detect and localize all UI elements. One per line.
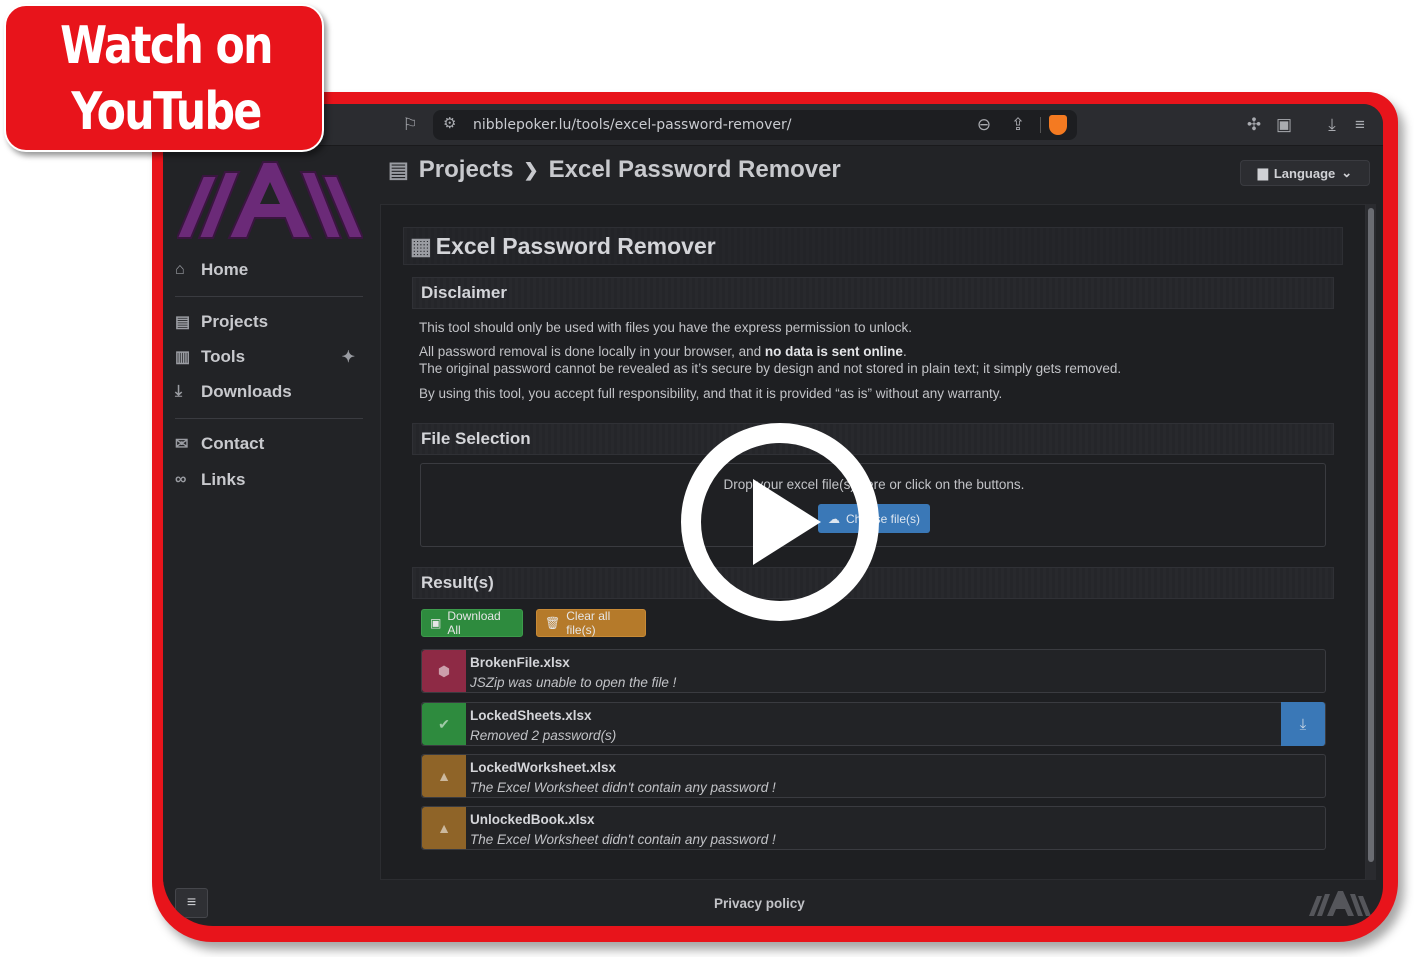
result-item: ✔ LockedSheets.xlsx Removed 2 password(s… [421,702,1326,746]
scrollbar-thumb[interactable] [1368,208,1374,862]
watch-on-youtube-badge[interactable]: Watch on YouTube [4,4,324,152]
warning-icon: ▲ [422,755,466,797]
clear-all-label: Clear all file(s) [566,609,611,637]
zoom-out-icon[interactable]: ⊖ [973,114,995,136]
site-logo[interactable] [177,158,363,240]
clear-all-button[interactable]: 🗑 Clear all file(s) [536,609,646,637]
briefcase-icon: ▤ [388,157,409,182]
play-button[interactable] [681,423,879,621]
disclaimer-text: All password removal is done locally in … [419,344,765,359]
disclaimer-line: The original password cannot be revealed… [419,361,1122,376]
brave-shield-icon[interactable] [1049,115,1067,135]
breadcrumb-separator: ❯ [523,159,539,180]
disclaimer-emphasis: no data is sent online [764,344,903,359]
reader-icon[interactable]: ▣ [1273,114,1295,136]
result-message: The Excel Worksheet didn't contain any p… [470,832,776,847]
sidebar-item-label: Projects [201,312,269,331]
footer-logo [1309,891,1371,916]
result-filename: BrokenFile.xlsx [470,655,570,670]
language-icon: ▆ [1257,165,1268,180]
youtube-badge-line-2: YouTube [71,82,262,142]
sparkle-icon: ✦ [341,349,355,366]
success-check-icon: ✔ [422,703,466,745]
site-settings-icon[interactable]: ⚙ [443,114,456,132]
sidebar-item-home[interactable]: ⌂ Home [175,256,361,284]
menu-icon[interactable]: ≡ [1349,114,1371,136]
result-item: ▲ UnlockedBook.xlsx The Excel Worksheet … [421,806,1326,850]
sidebar-divider [175,418,363,419]
disclaimer-text: . [902,344,907,359]
sidebar-item-downloads[interactable]: ⤓ Downloads [175,378,361,406]
error-icon: ⬢ [422,650,466,692]
file-selection-heading: File Selection [412,423,1334,455]
result-item: ⬢ BrokenFile.xlsx JSZip was unable to op… [421,649,1326,693]
sidebar-item-label: Tools [201,347,246,366]
save-icon: ▣ [430,616,442,630]
youtube-badge-line-1: Watch on [60,16,273,76]
sidebar-item-label: Downloads [201,382,292,401]
toolbox-icon: ▥ [175,349,191,366]
drop-instructions: Drop your excel file(s) here or click on… [723,477,1025,492]
disclaimer-line: This tool should only be used with files… [419,320,913,335]
disclaimer-line: All password removal is done locally in … [419,343,907,360]
play-icon [753,479,821,565]
hamburger-icon: ≡ [186,894,197,911]
result-filename: LockedWorksheet.xlsx [470,760,617,775]
results-heading: Result(s) [412,567,1334,599]
page-title-text: Excel Password Remover [435,232,716,259]
chevron-down-icon: ⌄ [1341,165,1353,180]
sidebar-item-label: Contact [201,434,265,453]
download-icon[interactable]: ⤓ [1321,114,1343,136]
extensions-icon[interactable]: ✣ [1243,114,1265,136]
disclaimer-heading: Disclaimer [412,277,1334,309]
result-item: ▲ LockedWorksheet.xlsx The Excel Workshe… [421,754,1326,798]
url-text: nibblepoker.lu/tools/excel-password-remo… [473,117,792,133]
link-icon: ∞ [175,471,187,488]
url-divider [1040,117,1041,133]
sidebar: ⌂ Home ▤ Projects ▥ Tools ✦ ⤓ Downloads … [163,146,373,886]
sidebar-item-projects[interactable]: ▤ Projects [175,308,361,336]
privacy-policy-link[interactable]: Privacy policy [714,896,805,911]
language-label: Language [1273,165,1336,181]
page-title: ▦ Excel Password Remover [403,227,1343,265]
excel-lock-icon: ▦ [410,232,432,259]
download-icon: ⤓ [1299,715,1307,733]
mail-icon: ✉ [175,436,189,453]
sidebar-item-links[interactable]: ∞ Links [175,466,361,494]
sidebar-toggle-button[interactable]: ≡ [175,888,208,918]
download-icon: ⤓ [175,383,183,400]
disclaimer-line: By using this tool, you accept full resp… [419,386,1003,401]
breadcrumb: ▤ Projects ❯ Excel Password Remover [388,156,841,184]
bookmark-icon[interactable]: ⚐ [399,114,421,136]
result-message: The Excel Worksheet didn't contain any p… [470,780,776,795]
sidebar-item-label: Home [201,260,249,279]
home-icon: ⌂ [175,261,185,278]
warning-icon: ▲ [422,807,466,849]
download-file-button[interactable]: ⤓ [1281,702,1325,746]
breadcrumb-current: Excel Password Remover [548,156,841,183]
result-message: Removed 2 password(s) [470,728,617,743]
trash-icon: 🗑 [545,616,561,630]
briefcase-icon: ▤ [175,314,191,331]
result-filename: LockedSheets.xlsx [470,708,592,723]
breadcrumb-projects[interactable]: Projects [419,156,514,184]
sidebar-item-contact[interactable]: ✉ Contact [175,430,361,458]
sidebar-divider [175,296,363,297]
result-filename: UnlockedBook.xlsx [470,812,595,827]
download-all-button[interactable]: ▣ Download All [421,609,523,637]
share-icon[interactable]: ⇪ [1007,114,1029,136]
language-dropdown[interactable]: ▆ Language ⌄ [1240,160,1370,186]
address-bar[interactable]: ⚙ nibblepoker.lu/tools/excel-password-re… [433,110,1077,140]
sidebar-item-label: Links [201,470,246,489]
download-all-label: Download All [447,609,501,637]
browser-toolbar: ⚐ ⚙ nibblepoker.lu/tools/excel-password-… [163,104,1383,146]
sidebar-item-tools[interactable]: ▥ Tools ✦ [175,343,361,371]
result-message: JSZip was unable to open the file ! [470,675,677,690]
